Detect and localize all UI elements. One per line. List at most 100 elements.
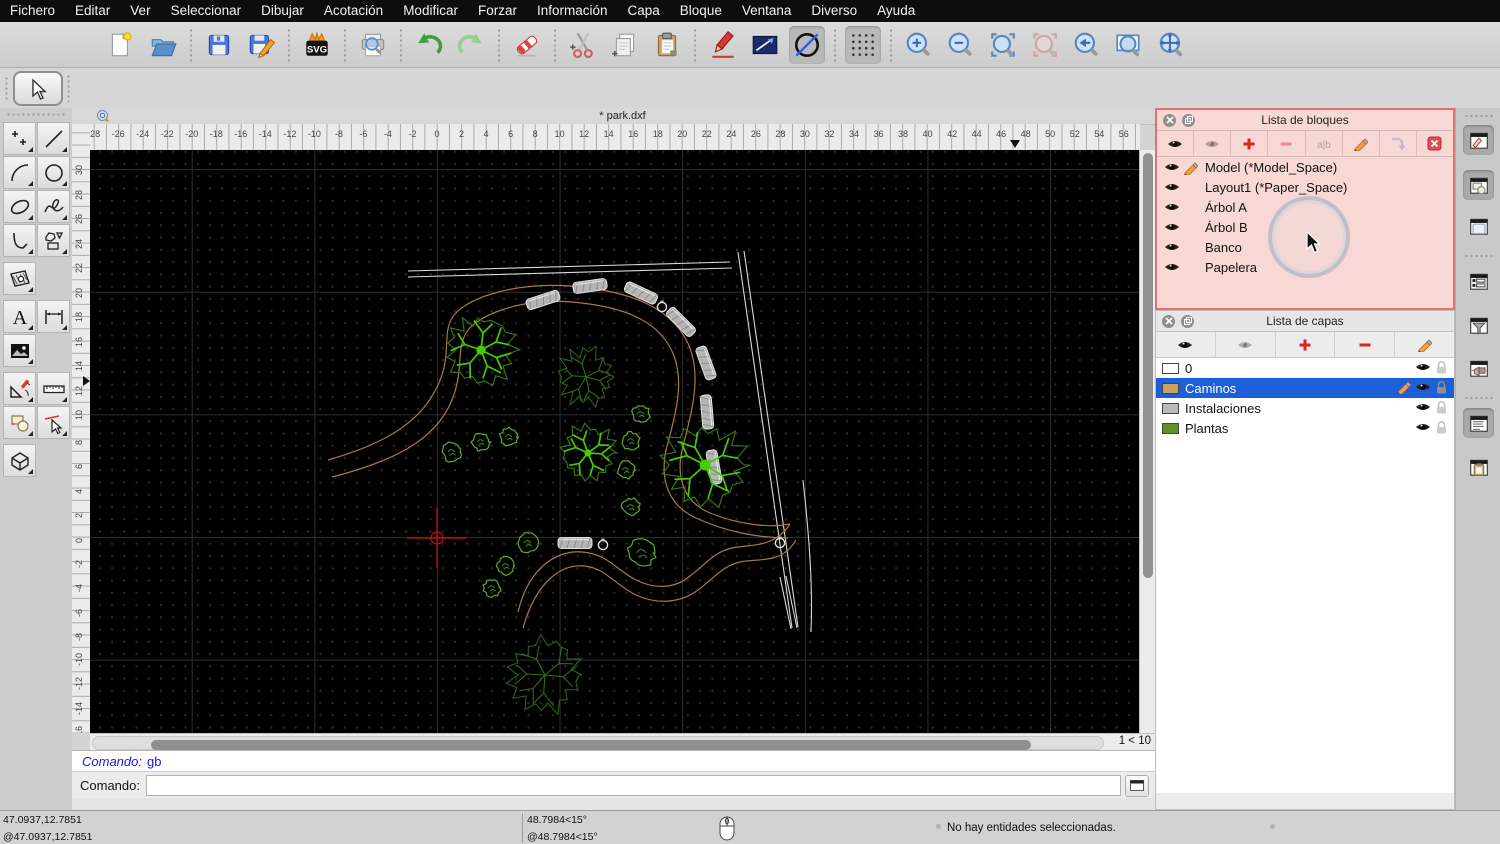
layer-lock-icon[interactable] (1435, 360, 1448, 377)
toolbar-drag-handle[interactable] (4, 76, 8, 100)
block-visibility-eye-icon[interactable] (1163, 221, 1181, 233)
text-tool-button[interactable]: A (3, 300, 36, 333)
arc-tool-button[interactable] (3, 156, 36, 189)
modify-tool-button[interactable] (3, 372, 36, 405)
zoom-window-button[interactable] (1111, 26, 1147, 64)
zoom-in-button[interactable] (901, 26, 937, 64)
preview-dock-toggle[interactable] (1463, 211, 1494, 241)
menu-item-ventana[interactable]: Ventana (732, 0, 802, 22)
remove-block-button[interactable] (1268, 131, 1305, 156)
new-file-button[interactable] (103, 26, 139, 64)
points-tool-button[interactable] (3, 122, 36, 155)
palette-drag-handle[interactable] (6, 112, 66, 116)
clipboard-dock-toggle[interactable] (1463, 452, 1494, 482)
line-tool-button[interactable] (37, 122, 70, 155)
command-line-dock-toggle[interactable] (1463, 408, 1494, 438)
svg-export-button[interactable]: SVG (299, 26, 335, 64)
insert-block-button[interactable] (1380, 131, 1417, 156)
zoom-selection-button[interactable] (1027, 26, 1063, 64)
redo-button[interactable] (453, 26, 489, 64)
vertical-scrollbar[interactable] (1139, 150, 1156, 733)
layer-lock-icon[interactable] (1435, 420, 1448, 437)
layer-lock-icon[interactable] (1435, 380, 1448, 397)
solid-box-tool-button[interactable] (3, 444, 36, 477)
layer-row-caminos[interactable]: Caminos (1156, 378, 1454, 398)
block-visibility-eye-icon[interactable] (1163, 241, 1181, 253)
layer-color-swatch[interactable] (1162, 403, 1179, 414)
command-widget-toggle-button[interactable] (1125, 775, 1149, 797)
measure-tool-button[interactable] (37, 372, 70, 405)
dimension-tool-button[interactable] (37, 300, 70, 333)
menu-item-ver[interactable]: Ver (120, 0, 160, 22)
horizontal-scrollbar-track[interactable] (92, 736, 1104, 750)
menu-item-modificar[interactable]: Modificar (393, 0, 468, 22)
menu-item-bloque[interactable]: Bloque (670, 0, 732, 22)
undo-button[interactable] (411, 26, 447, 64)
block-visibility-eye-icon[interactable] (1163, 201, 1181, 213)
show-all-blocks-button[interactable] (1157, 131, 1194, 156)
layer-lock-icon[interactable] (1435, 400, 1448, 417)
block-list-dock-toggle[interactable] (1463, 125, 1494, 155)
add-layer-button[interactable] (1276, 332, 1336, 357)
menu-item-dibujar[interactable]: Dibujar (251, 0, 314, 22)
select-tool-button[interactable] (37, 406, 70, 439)
remove-layer-button[interactable] (1335, 332, 1395, 357)
hide-all-layers-button[interactable] (1216, 332, 1276, 357)
drawing-canvas[interactable] (90, 150, 1139, 733)
detach-panel-icon[interactable] (1181, 315, 1194, 328)
close-icon[interactable] (1163, 114, 1176, 127)
delete-entities-button[interactable] (509, 26, 545, 64)
blocks-tool-button[interactable] (3, 406, 36, 439)
block-visibility-eye-icon[interactable] (1163, 181, 1181, 193)
delete-block-button[interactable] (1417, 131, 1453, 156)
polyline-tool-button[interactable] (3, 224, 36, 257)
copy-button[interactable] (607, 26, 643, 64)
block-visibility-eye-icon[interactable] (1163, 261, 1181, 273)
block-list-item[interactable]: Model (*Model_Space) (1157, 157, 1453, 177)
toolbar-drag-handle[interactable] (66, 74, 70, 102)
paste-button[interactable] (649, 26, 685, 64)
horizontal-scrollbar-thumb[interactable] (151, 740, 1031, 750)
image-tool-button[interactable] (3, 334, 36, 367)
grid-toggle-button[interactable] (845, 26, 881, 64)
show-all-layers-button[interactable] (1156, 332, 1216, 357)
restrict-nothing-button[interactable] (789, 26, 825, 64)
vertical-scrollbar-thumb[interactable] (1143, 153, 1153, 578)
menu-item-seleccionar[interactable]: Seleccionar (161, 0, 252, 22)
save-as-button[interactable] (243, 26, 279, 64)
close-icon[interactable] (1162, 315, 1175, 328)
layer-list-dock-toggle[interactable] (1463, 266, 1494, 296)
shapes-tool-button[interactable] (37, 224, 70, 257)
edit-layer-button[interactable] (1395, 332, 1454, 357)
layer-color-swatch[interactable] (1162, 383, 1179, 394)
menu-item-fichero[interactable]: Fichero (0, 0, 65, 22)
zoom-auto-button[interactable] (985, 26, 1021, 64)
selection-tool-button[interactable] (13, 71, 63, 106)
layer-visibility-eye-icon[interactable] (1415, 381, 1431, 396)
detach-panel-icon[interactable] (1182, 114, 1195, 127)
layer-row-0[interactable]: 0 (1156, 358, 1454, 378)
menu-item-editar[interactable]: Editar (65, 0, 120, 22)
layer-color-swatch[interactable] (1162, 363, 1179, 374)
add-block-button[interactable] (1231, 131, 1268, 156)
section-view-dock-toggle[interactable] (1463, 353, 1494, 383)
spline-tool-button[interactable] (37, 190, 70, 223)
layer-visibility-eye-icon[interactable] (1415, 361, 1431, 376)
block-visibility-eye-icon[interactable] (1163, 161, 1181, 173)
hatch-tool-button[interactable] (3, 262, 36, 295)
layer-visibility-eye-icon[interactable] (1415, 401, 1431, 416)
menu-item-acotación[interactable]: Acotación (314, 0, 393, 22)
zoom-out-button[interactable] (943, 26, 979, 64)
block-list-item[interactable]: Layout1 (*Paper_Space) (1157, 177, 1453, 197)
menu-item-información[interactable]: Información (527, 0, 618, 22)
menu-item-ayuda[interactable]: Ayuda (867, 0, 925, 22)
save-file-button[interactable] (201, 26, 237, 64)
open-file-button[interactable] (145, 26, 181, 64)
layer-color-swatch[interactable] (1162, 423, 1179, 434)
line-ortho-button[interactable] (747, 26, 783, 64)
zoom-pan-button[interactable] (1153, 26, 1189, 64)
menu-item-forzar[interactable]: Forzar (468, 0, 527, 22)
zoom-previous-button[interactable] (1069, 26, 1105, 64)
layer-row-plantas[interactable]: Plantas (1156, 418, 1454, 438)
command-input[interactable] (146, 775, 1121, 796)
